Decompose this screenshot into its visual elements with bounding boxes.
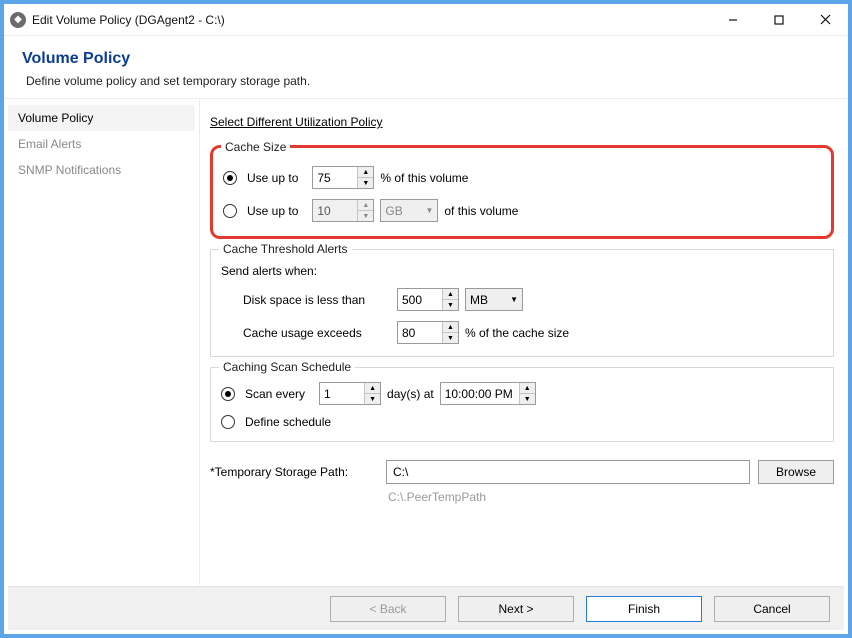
spin-down-icon[interactable]: ▼ <box>365 394 380 404</box>
spin-down-icon[interactable]: ▼ <box>443 333 458 343</box>
cache-size-absolute-label: Use up to <box>247 204 298 218</box>
disk-space-input[interactable] <box>398 289 442 310</box>
cache-size-percent-radio[interactable] <box>223 171 237 185</box>
cache-size-group: Cache Size Use up to ▲ ▼ % of this volum… <box>210 145 834 239</box>
cache-size-unit-value: GB <box>385 204 402 218</box>
cache-size-percent-suffix: % of this volume <box>380 171 468 185</box>
scan-time-input[interactable] <box>441 383 519 404</box>
spin-down-icon[interactable]: ▼ <box>358 178 373 188</box>
cache-size-percent-input[interactable] <box>313 167 357 188</box>
cache-usage-input[interactable] <box>398 322 442 343</box>
cache-size-absolute-input[interactable] <box>313 200 357 221</box>
sidebar-item-snmp-notifications[interactable]: SNMP Notifications <box>8 157 195 183</box>
main-panel: Select Different Utilization Policy Cach… <box>200 99 848 585</box>
disk-space-spinner[interactable]: ▲ ▼ <box>397 288 459 311</box>
temp-storage-hint: C:\.PeerTempPath <box>388 490 834 504</box>
sidebar-item-volume-policy[interactable]: Volume Policy <box>8 105 195 131</box>
maximize-button[interactable] <box>756 4 802 35</box>
define-schedule-radio[interactable] <box>221 415 235 429</box>
minimize-button[interactable] <box>710 4 756 35</box>
spin-up-icon[interactable]: ▲ <box>358 200 373 211</box>
scan-every-input[interactable] <box>320 383 364 404</box>
cache-threshold-legend: Cache Threshold Alerts <box>219 242 352 256</box>
cache-threshold-intro: Send alerts when: <box>221 264 317 278</box>
cache-usage-spinner[interactable]: ▲ ▼ <box>397 321 459 344</box>
heading: Volume Policy Define volume policy and s… <box>4 36 848 99</box>
scan-every-unit: day(s) at <box>387 387 434 401</box>
cache-size-percent-label: Use up to <box>247 171 298 185</box>
cache-size-legend: Cache Size <box>221 140 290 154</box>
cancel-button[interactable]: Cancel <box>714 596 830 622</box>
app-icon: ◆ <box>10 12 26 28</box>
titlebar: ◆ Edit Volume Policy (DGAgent2 - C:\) <box>4 4 848 36</box>
next-button[interactable]: Next > <box>458 596 574 622</box>
scan-schedule-group: Caching Scan Schedule Scan every ▲ ▼ day… <box>210 367 834 442</box>
spin-down-icon[interactable]: ▼ <box>358 211 373 221</box>
scan-schedule-legend: Caching Scan Schedule <box>219 360 355 374</box>
cache-usage-label: Cache usage exceeds <box>221 326 391 340</box>
close-button[interactable] <box>802 4 848 35</box>
cache-usage-suffix: % of the cache size <box>465 326 569 340</box>
disk-space-unit-value: MB <box>470 293 488 307</box>
spin-up-icon[interactable]: ▲ <box>520 383 535 394</box>
cache-threshold-group: Cache Threshold Alerts Send alerts when:… <box>210 249 834 357</box>
spin-up-icon[interactable]: ▲ <box>443 322 458 333</box>
page-subtitle: Define volume policy and set temporary s… <box>22 74 830 88</box>
spin-up-icon[interactable]: ▲ <box>358 167 373 178</box>
chevron-down-icon: ▼ <box>510 295 518 304</box>
cache-size-absolute-spinner[interactable]: ▲ ▼ <box>312 199 374 222</box>
chevron-down-icon: ▼ <box>425 206 433 215</box>
cache-size-percent-spinner[interactable]: ▲ ▼ <box>312 166 374 189</box>
scan-every-label: Scan every <box>245 387 305 401</box>
wizard-footer: < Back Next > Finish Cancel <box>8 586 844 630</box>
back-button[interactable]: < Back <box>330 596 446 622</box>
disk-space-label: Disk space is less than <box>221 293 391 307</box>
temp-storage-row: *Temporary Storage Path: Browse <box>210 460 834 484</box>
spin-down-icon[interactable]: ▼ <box>443 300 458 310</box>
spin-up-icon[interactable]: ▲ <box>365 383 380 394</box>
define-schedule-label: Define schedule <box>245 415 331 429</box>
cache-size-unit-select[interactable]: GB ▼ <box>380 199 438 222</box>
disk-space-unit-select[interactable]: MB ▼ <box>465 288 523 311</box>
utilization-policy-link[interactable]: Select Different Utilization Policy <box>210 115 383 129</box>
scan-every-radio[interactable] <box>221 387 235 401</box>
spin-up-icon[interactable]: ▲ <box>443 289 458 300</box>
cache-size-absolute-radio[interactable] <box>223 204 237 218</box>
window-title: Edit Volume Policy (DGAgent2 - C:\) <box>32 13 710 27</box>
spin-down-icon[interactable]: ▼ <box>520 394 535 404</box>
cache-size-absolute-suffix: of this volume <box>444 204 518 218</box>
temp-storage-input[interactable] <box>386 460 750 484</box>
scan-time-spinner[interactable]: ▲ ▼ <box>440 382 536 405</box>
browse-button[interactable]: Browse <box>758 460 834 484</box>
temp-storage-label: *Temporary Storage Path: <box>210 465 378 479</box>
sidebar: Volume Policy Email Alerts SNMP Notifica… <box>4 99 200 585</box>
finish-button[interactable]: Finish <box>586 596 702 622</box>
scan-every-spinner[interactable]: ▲ ▼ <box>319 382 381 405</box>
page-title: Volume Policy <box>22 50 830 68</box>
sidebar-item-email-alerts[interactable]: Email Alerts <box>8 131 195 157</box>
